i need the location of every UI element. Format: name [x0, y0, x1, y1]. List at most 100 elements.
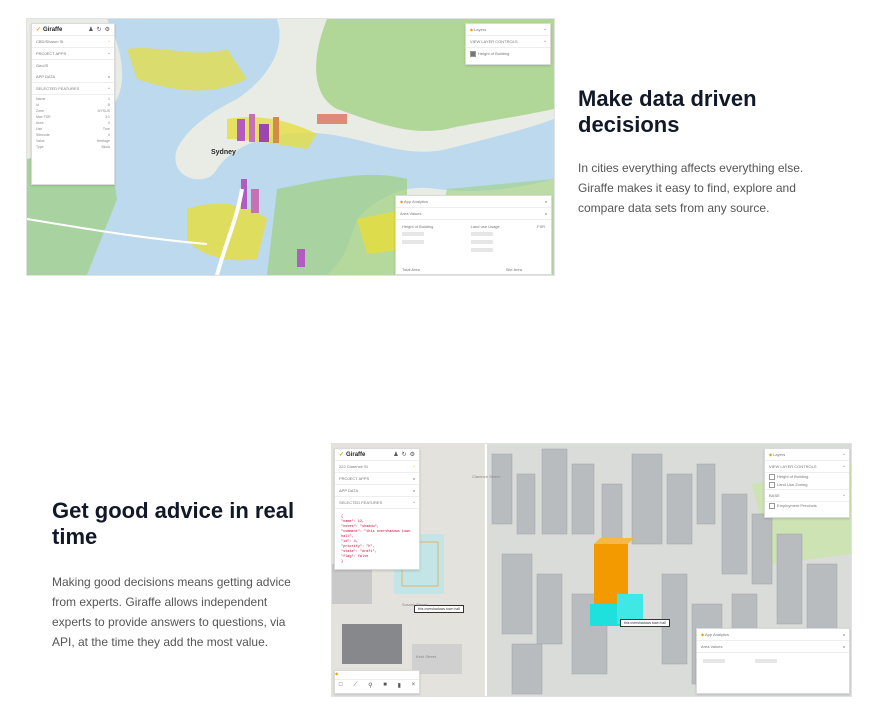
layer-checkbox[interactable] — [769, 503, 775, 509]
chevron-up-icon[interactable]: ^ — [544, 39, 546, 44]
3d-city-screenshot: this overshadows town hall this overshad… — [332, 444, 851, 696]
drawing-toolbar: ◆ □ ⟋ ⚲ ■ ▮ × — [334, 670, 420, 694]
map-screenshot-1: Sydney ✓ Giraffe ♟ ↻ ⚙ CBD/Sharon St ^ PROJE… — [27, 19, 554, 275]
analytics-subheading[interactable]: Area Values — [400, 211, 422, 216]
value-bar — [470, 232, 493, 236]
layer-controls-heading[interactable]: VIEW LAYER CONTROLS — [769, 464, 817, 469]
app-data-heading[interactable]: APP DATA — [339, 488, 358, 493]
project-name[interactable]: 222 Clarence St — [339, 464, 368, 469]
analytics-col-height: Height of Building — [402, 224, 434, 229]
trash-icon[interactable]: ▮ — [398, 682, 401, 689]
value-bar — [470, 240, 493, 244]
giraffe-logo: ✓ Giraffe — [36, 26, 63, 34]
value-bar — [755, 659, 777, 663]
split-divider[interactable] — [485, 444, 487, 696]
analytics-panel: ◆ App Analytics v Area Values v Height of … — [395, 195, 552, 275]
project-name[interactable]: CBD/Sharon St — [36, 39, 63, 44]
brand-name: Giraffe — [43, 26, 63, 33]
brand-name: Giraffe — [346, 451, 366, 458]
code-line: } — [341, 560, 344, 564]
layers-title: Layers — [773, 452, 786, 457]
layer-checkbox[interactable] — [769, 482, 775, 488]
map-city-label: Sydney — [211, 149, 236, 156]
chevron-down-icon[interactable]: v — [413, 476, 415, 481]
chevron-up-icon[interactable]: ^ — [843, 464, 845, 469]
json-code-block: {"name": 12, "notes": "shadow", "comment":… — [335, 509, 419, 571]
app-data-heading[interactable]: APP DATA — [36, 74, 55, 79]
line-tool-icon[interactable]: ⟋ — [353, 682, 357, 689]
chevron-up-icon[interactable]: ^ — [413, 464, 415, 469]
project-panel: ✓ Giraffe ♟ ↻ ⚙ 222 Clarence St ^ PROJECT AP… — [334, 448, 420, 570]
chevron-down-icon[interactable]: v — [545, 199, 547, 204]
layer-controls-heading[interactable]: VIEW LAYER CONTROLS — [470, 39, 518, 44]
giraffe-logo: ✓ Giraffe — [339, 451, 366, 459]
square-tool-icon[interactable]: □ — [339, 682, 343, 689]
street-label: Clarence Street — [472, 474, 500, 479]
selected-features-heading[interactable]: SELECTED FEATURES — [36, 86, 79, 91]
chevron-up-icon[interactable]: ^ — [843, 493, 845, 498]
app-item-geojson[interactable]: GeoJS — [36, 63, 48, 68]
analytics-icon: ◆ — [400, 199, 404, 204]
layers-panel: ◆ Layers ^ VIEW LAYER CONTROLS ^ Height of… — [764, 448, 850, 518]
chevron-up-icon[interactable]: ^ — [108, 51, 110, 56]
giraffe-mark-icon: ✓ — [339, 452, 345, 458]
analytics-subheading[interactable]: Area Values — [701, 644, 723, 649]
chevron-up-icon[interactable]: ^ — [108, 86, 110, 91]
value-bar — [470, 248, 493, 252]
layer-checkbox[interactable] — [470, 50, 476, 57]
layers-icon: ◆ — [470, 27, 474, 32]
analytics-col-landuse: Land use Usage — [470, 224, 500, 229]
project-panel: ✓ Giraffe ♟ ↻ ⚙ CBD/Sharon St ^ PROJECT APPS… — [31, 23, 115, 185]
gear-icon[interactable]: ⚙ — [410, 451, 415, 458]
street-label: Kent Street — [416, 654, 437, 659]
property-key: Type — [36, 145, 44, 149]
chevron-up-icon[interactable]: ^ — [843, 452, 845, 457]
chevron-down-icon[interactable]: v — [108, 74, 110, 79]
pin-tool-icon[interactable]: ⚲ — [368, 682, 372, 689]
layers-title: Layers — [474, 27, 487, 32]
chevron-down-icon[interactable]: v — [545, 211, 547, 216]
advice-tag-right[interactable]: this overshadows town hall — [620, 619, 670, 627]
refresh-icon[interactable]: ↻ — [97, 26, 102, 33]
feature-properties: Name 1 Id B Zone MYSUS Max FSR 3:1 Area 0 Use True S… — [32, 95, 114, 151]
street-label: Sussex Street — [402, 602, 427, 607]
refresh-icon[interactable]: ↻ — [402, 451, 407, 458]
chevron-down-icon[interactable]: v — [413, 488, 415, 493]
layers-icon: ◆ — [769, 452, 773, 457]
value-bar — [703, 659, 725, 663]
toolbar-header: ◆ — [335, 671, 419, 680]
section2-heading: Get good advice in real time — [52, 498, 295, 549]
layer-item-label: Land Use Zoning — [777, 482, 808, 488]
code-line: "comment": "this overshadows town hall", — [341, 530, 411, 539]
base-layer-heading[interactable]: BASE — [769, 493, 780, 498]
analytics-title: App Analytics — [403, 199, 428, 204]
analytics-icon: ◆ — [701, 632, 705, 637]
user-icon[interactable]: ♟ — [88, 26, 93, 33]
site-area-label: Site Area — [505, 267, 522, 272]
layer-item-label: Employment Precincts — [777, 503, 817, 509]
layer-checkbox[interactable] — [769, 474, 775, 480]
chevron-up-icon[interactable]: ^ — [108, 39, 110, 44]
property-value: Block — [101, 145, 110, 149]
layer-item-label: Height of Building — [777, 474, 809, 480]
giraffe-mark-icon: ✓ — [36, 27, 42, 33]
layers-panel: ◆ Layers ^ VIEW LAYER CONTROLS ^ Height of… — [465, 23, 551, 65]
user-icon[interactable]: ♟ — [393, 451, 398, 458]
chevron-down-icon[interactable]: v — [843, 644, 845, 649]
analytics-panel: ◆ App Analytics v Area Values v — [696, 628, 850, 694]
project-apps-heading[interactable]: PROJECT APPS — [339, 476, 369, 481]
close-icon[interactable]: × — [412, 682, 416, 689]
gear-icon[interactable]: ⚙ — [105, 26, 110, 33]
chevron-up-icon[interactable]: ^ — [413, 500, 415, 505]
toolbar-icon: ◆ — [335, 671, 339, 676]
section1-heading: Make data driven decisions — [578, 86, 757, 137]
project-apps-heading[interactable]: PROJECT APPS — [36, 51, 66, 56]
chevron-down-icon[interactable]: v — [843, 632, 845, 637]
fill-tool-icon[interactable]: ■ — [383, 682, 387, 689]
total-area-label: Total Area — [402, 267, 420, 272]
layer-item-label: Height of Building — [478, 50, 510, 56]
chevron-up-icon[interactable]: ^ — [544, 27, 546, 32]
section1-body: In cities everything affects everything … — [578, 161, 804, 215]
selected-features-heading[interactable]: SELECTED FEATURES — [339, 500, 382, 505]
section2-body: Making good decisions means getting advi… — [52, 575, 291, 649]
